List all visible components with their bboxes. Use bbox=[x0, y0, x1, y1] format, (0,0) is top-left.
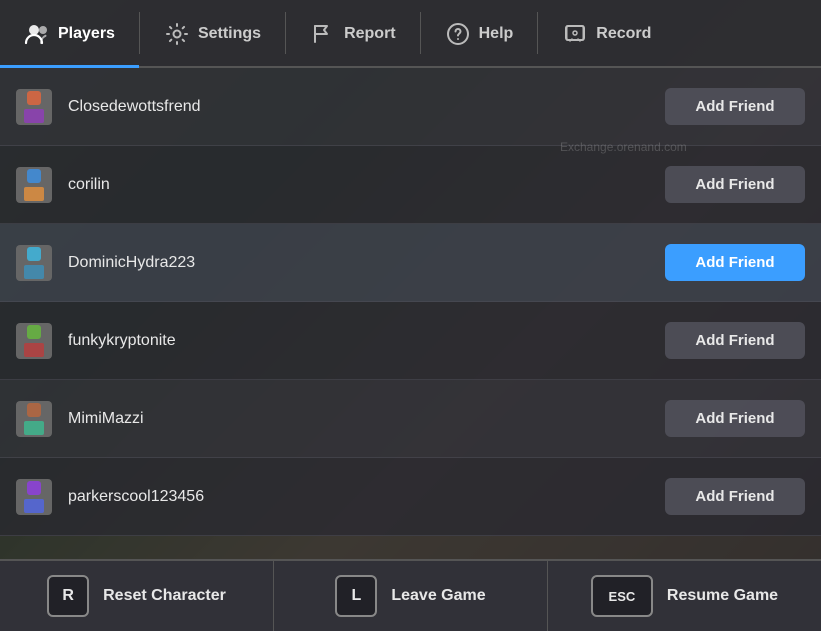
nav-label-settings: Settings bbox=[198, 25, 261, 43]
player-name: Closedewottsfrend bbox=[68, 98, 665, 116]
add-friend-button[interactable]: Add Friend bbox=[665, 400, 805, 437]
settings-icon bbox=[164, 21, 190, 47]
resume-game-label: Resume Game bbox=[667, 587, 778, 605]
add-friend-button[interactable]: Add Friend bbox=[665, 478, 805, 515]
players-icon bbox=[24, 21, 50, 47]
reset-key-badge: R bbox=[47, 575, 89, 617]
nav-label-record: Record bbox=[596, 25, 651, 43]
avatar-head bbox=[27, 169, 41, 183]
avatar-body bbox=[24, 499, 44, 513]
player-row: Closedewottsfrend Add Friend bbox=[0, 68, 821, 146]
nav-item-settings[interactable]: Settings bbox=[140, 2, 285, 68]
nav-item-report[interactable]: Report bbox=[286, 2, 420, 68]
player-avatar bbox=[16, 89, 52, 125]
avatar-figure bbox=[20, 91, 48, 123]
avatar-head bbox=[27, 403, 41, 417]
resume-key-badge: ESC bbox=[591, 575, 653, 617]
player-avatar bbox=[16, 245, 52, 281]
player-row: DominicHydra223 Add Friend bbox=[0, 224, 821, 302]
add-friend-button[interactable]: Add Friend bbox=[665, 322, 805, 359]
avatar-head bbox=[27, 247, 41, 261]
avatar-body bbox=[24, 421, 44, 435]
players-list: Closedewottsfrend Add Friend corilin Add… bbox=[0, 68, 821, 559]
main-panel: Players Settings Report bbox=[0, 0, 821, 631]
reset-character-button[interactable]: R Reset Character bbox=[0, 561, 274, 631]
player-avatar bbox=[16, 401, 52, 437]
player-row: parkerscool123456 Add Friend bbox=[0, 458, 821, 536]
nav-item-players[interactable]: Players bbox=[0, 2, 139, 68]
avatar-figure bbox=[20, 403, 48, 435]
nav-label-report: Report bbox=[344, 25, 396, 43]
player-row: funkykryptonite Add Friend bbox=[0, 302, 821, 380]
player-name: funkykryptonite bbox=[68, 332, 665, 350]
leave-game-button[interactable]: L Leave Game bbox=[274, 561, 548, 631]
avatar-body bbox=[24, 187, 44, 201]
player-name: DominicHydra223 bbox=[68, 254, 665, 272]
avatar-figure bbox=[20, 325, 48, 357]
nav-label-help: Help bbox=[479, 25, 514, 43]
nav-item-help[interactable]: Help bbox=[421, 2, 538, 68]
avatar-body bbox=[24, 109, 44, 123]
avatar-head bbox=[27, 481, 41, 495]
player-name: corilin bbox=[68, 176, 665, 194]
avatar-head bbox=[27, 91, 41, 105]
add-friend-button[interactable]: Add Friend bbox=[665, 88, 805, 125]
avatar-head bbox=[27, 325, 41, 339]
report-icon bbox=[310, 21, 336, 47]
nav-label-players: Players bbox=[58, 25, 115, 43]
leave-key-badge: L bbox=[335, 575, 377, 617]
player-row: corilin Add Friend bbox=[0, 146, 821, 224]
player-avatar bbox=[16, 479, 52, 515]
bottom-bar: R Reset Character L Leave Game ESC Resum… bbox=[0, 559, 821, 631]
avatar-body bbox=[24, 265, 44, 279]
avatar-body bbox=[24, 343, 44, 357]
nav-item-record[interactable]: Record bbox=[538, 2, 675, 68]
player-avatar bbox=[16, 167, 52, 203]
add-friend-button[interactable]: Add Friend bbox=[665, 244, 805, 281]
leave-game-label: Leave Game bbox=[391, 587, 485, 605]
avatar-figure bbox=[20, 481, 48, 513]
player-name: parkerscool123456 bbox=[68, 488, 665, 506]
add-friend-button[interactable]: Add Friend bbox=[665, 166, 805, 203]
content-area: Closedewottsfrend Add Friend corilin Add… bbox=[0, 68, 821, 559]
player-name: MimiMazzi bbox=[68, 410, 665, 428]
help-icon bbox=[445, 21, 471, 47]
navbar: Players Settings Report bbox=[0, 0, 821, 68]
player-row: MimiMazzi Add Friend bbox=[0, 380, 821, 458]
reset-character-label: Reset Character bbox=[103, 587, 226, 605]
avatar-figure bbox=[20, 247, 48, 279]
resume-game-button[interactable]: ESC Resume Game bbox=[548, 561, 821, 631]
avatar-figure bbox=[20, 169, 48, 201]
player-avatar bbox=[16, 323, 52, 359]
record-icon bbox=[562, 21, 588, 47]
